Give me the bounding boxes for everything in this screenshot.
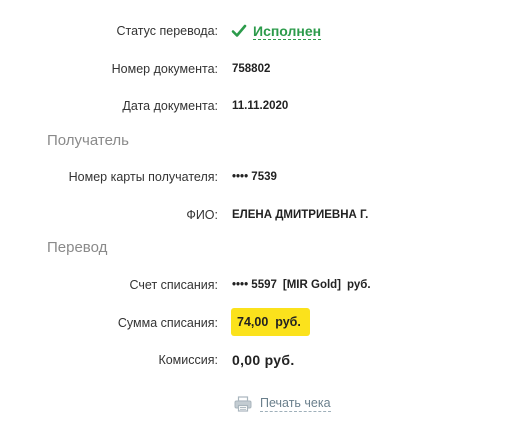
recipient-name-label: ФИО: <box>186 208 218 222</box>
debit-account-label: Счет списания: <box>129 278 218 292</box>
recipient-card-label: Номер карты получателя: <box>68 170 218 184</box>
check-icon <box>231 24 247 37</box>
debit-amount-text: 74,00 руб. <box>237 315 301 329</box>
debit-amount-row: Сумма списания: 74,00 руб. <box>0 308 516 336</box>
fee-value: 0,00 руб. <box>232 352 295 368</box>
debit-card-type: [MIR Gold] <box>282 279 342 291</box>
recipient-card-row: Номер карты получателя: •••• 7539 <box>0 166 516 188</box>
document-date-row: Дата документа: 11.11.2020 <box>0 95 516 117</box>
debit-amount-value: 74,00 руб. <box>231 308 310 336</box>
debit-amount-label: Сумма списания: <box>117 316 218 330</box>
document-number-label: Номер документа: <box>111 62 218 76</box>
debit-account-row: Счет списания: •••• 5597 [MIR Gold] руб. <box>0 274 516 296</box>
recipient-card-value: •••• 7539 <box>232 171 277 183</box>
document-date-value: 11.11.2020 <box>232 100 289 112</box>
recipient-section-title: Получатель <box>47 132 129 149</box>
fee-row: Комиссия: 0,00 руб. <box>0 349 516 371</box>
debit-currency: руб. <box>347 279 371 291</box>
status-label: Статус перевода: <box>116 24 218 38</box>
document-number-row: Номер документа: 758802 <box>0 58 516 80</box>
document-date-label: Дата документа: <box>122 99 218 113</box>
fee-label: Комиссия: <box>158 353 218 367</box>
printer-icon <box>234 396 252 412</box>
debit-account-value: •••• 5597 [MIR Gold] руб. <box>232 274 371 296</box>
print-receipt-label[interactable]: Печать чека <box>260 396 331 412</box>
document-number-value: 758802 <box>232 63 271 75</box>
status-value[interactable]: Исполнен <box>253 23 322 40</box>
recipient-name-row: ФИО: ЕЛЕНА ДМИТРИЕВНА Г. <box>0 204 516 226</box>
status-value-wrap: Исполнен <box>231 20 322 42</box>
status-row: Статус перевода: Исполнен <box>0 20 516 42</box>
recipient-name-value: ЕЛЕНА ДМИТРИЕВНА Г. <box>232 209 369 221</box>
transfer-section-title: Перевод <box>47 239 108 256</box>
debit-card-mask: •••• 5597 <box>232 279 277 291</box>
print-receipt-button[interactable]: Печать чека <box>234 393 331 415</box>
